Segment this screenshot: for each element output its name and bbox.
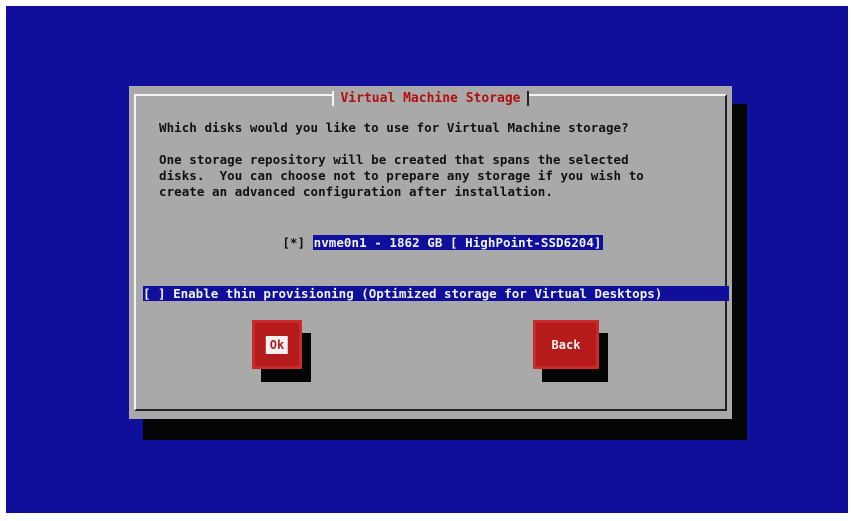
ok-button-label: Ok [265, 335, 289, 354]
back-button-label: Back [551, 337, 581, 352]
vm-storage-dialog: Virtual Machine Storage Which disks woul… [129, 86, 732, 419]
ok-button[interactable]: Ok [252, 320, 302, 369]
back-button[interactable]: Back [533, 320, 599, 369]
storage-info: One storage repository will be created t… [159, 152, 644, 199]
dialog-title-text: Virtual Machine Storage [332, 91, 529, 106]
disk-option-row[interactable]: [*] nvme0n1 - 1862 GB [ HighPoint-SSD620… [252, 220, 603, 265]
thin-provisioning-checkbox[interactable]: [ ] [143, 286, 166, 301]
thin-provisioning-option[interactable]: [ ] Enable thin provisioning (Optimized … [143, 286, 729, 301]
dialog-title: Virtual Machine Storage [129, 87, 732, 106]
disk-label[interactable]: nvme0n1 - 1862 GB [ HighPoint-SSD6204] [312, 235, 603, 250]
disk-checkbox[interactable]: [*] [282, 235, 305, 250]
storage-question: Which disks would you like to use for Vi… [159, 120, 629, 135]
thin-provisioning-label: Enable thin provisioning (Optimized stor… [173, 286, 663, 301]
